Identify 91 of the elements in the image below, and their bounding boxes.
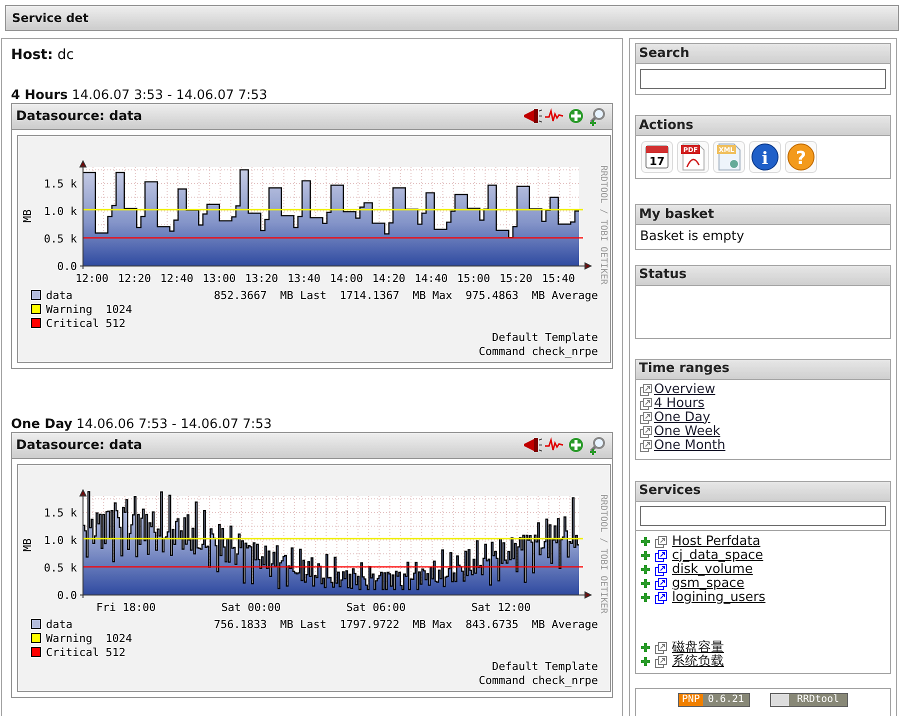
- tick-label: 12:00: [75, 272, 109, 285]
- megaphone-icon: [522, 436, 542, 455]
- legend-text: Critical 512: [46, 317, 126, 330]
- plus-icon: [641, 593, 650, 602]
- plus-icon: [641, 537, 650, 546]
- box-title: Search: [636, 44, 890, 64]
- legend-text: data: [46, 618, 72, 631]
- badge-label: PNP: [678, 694, 703, 706]
- tick-label: Sat 00:00: [221, 601, 281, 614]
- datasource-title: Datasource: data: [16, 436, 142, 455]
- tick-label: 13:20: [245, 272, 278, 285]
- legend-reading: 852.3667 MB Last 1714.1367 MB Max 975.4863 MB Average: [214, 289, 598, 302]
- service-link[interactable]: 系统负载: [672, 654, 724, 668]
- footer-text: Command check_nrpe: [478, 345, 598, 358]
- tick-label: 0.5 k: [44, 562, 77, 574]
- axis-label: MB: [21, 538, 34, 552]
- service-link[interactable]: cj_data_space: [672, 548, 764, 562]
- service-link[interactable]: logining_users: [672, 590, 766, 604]
- box-title: Actions: [636, 116, 890, 136]
- time-range-link[interactable]: One Month: [654, 438, 726, 452]
- service-filter-field[interactable]: [640, 506, 886, 526]
- tick-label: 13:40: [287, 272, 321, 285]
- tick-label: Sat 06:00: [346, 601, 406, 614]
- tick-label: 14:00: [330, 272, 363, 285]
- footer-text: Default Template: [492, 331, 598, 344]
- search-field[interactable]: [640, 69, 886, 89]
- tick-label: Fri 18:00: [96, 601, 156, 614]
- tick-label: 15:20: [499, 272, 533, 285]
- tick-label: 1.0 k: [44, 534, 77, 547]
- tick-label: 0.5 k: [44, 232, 77, 246]
- axis-label: MB: [21, 209, 34, 223]
- tick-label: 12:20: [118, 272, 151, 285]
- legend-text: Warning 1024: [46, 303, 132, 316]
- tick-label: 1.5 k: [44, 178, 77, 190]
- zoom-icon: [588, 436, 608, 455]
- plus-icon: [566, 107, 586, 126]
- page-title: Service det: [12, 10, 89, 27]
- time-range-link[interactable]: One Week: [654, 424, 720, 438]
- time-range-link[interactable]: One Day: [654, 410, 710, 424]
- time-range-link[interactable]: Overview: [654, 382, 716, 396]
- badge-label: RRDtool: [796, 694, 840, 706]
- plus-icon: [641, 579, 650, 588]
- plus-icon: [641, 657, 650, 666]
- info-icon[interactable]: i: [749, 141, 781, 173]
- calendar-icon[interactable]: 17: [641, 141, 673, 173]
- tick-label: 1.5 k: [44, 506, 77, 520]
- time-range-link[interactable]: 4 Hours: [654, 396, 704, 410]
- badge-logo: [771, 694, 790, 706]
- box-title: Time ranges: [636, 360, 890, 380]
- range-label: 4 Hours 14.06.07 3:53 - 14.06.07 7:53: [11, 88, 268, 103]
- external-link-icon: [640, 440, 652, 452]
- service-link[interactable]: disk_volume: [672, 562, 753, 576]
- footer-text: Command check_nrpe: [478, 674, 598, 687]
- datasource-title: Datasource: data: [16, 108, 142, 126]
- basket-text: Basket is empty: [640, 229, 744, 244]
- legend-text: data: [46, 289, 72, 302]
- box-title: Status: [636, 266, 890, 286]
- tick-label: 0.0: [57, 260, 77, 273]
- service-link[interactable]: Host Perfdata: [672, 534, 760, 548]
- tick-label: 14:40: [414, 272, 448, 285]
- external-link-icon: [640, 412, 652, 424]
- tick-label: Sat 12:00: [471, 601, 531, 614]
- tick-label: 12:40: [160, 272, 194, 285]
- legend-reading: 756.1833 MB Last 1797.9722 MB Max 843.6735 MB Average: [214, 618, 598, 631]
- tick-label: 15:00: [457, 272, 490, 285]
- range-label: One Day 14.06.06 7:53 - 14.06.07 7:53: [11, 417, 273, 432]
- box-title: My basket: [636, 205, 890, 225]
- footer-text: Default Template: [492, 660, 598, 673]
- box-title: Services: [636, 482, 890, 502]
- zoom-icon: [588, 107, 608, 126]
- megaphone-icon: [522, 107, 542, 126]
- plus-icon: [641, 565, 650, 574]
- tick-label: 14:20: [372, 272, 406, 285]
- external-link-icon: [640, 384, 652, 396]
- plus-icon: [641, 551, 650, 560]
- external-link-icon: [640, 426, 652, 438]
- legend-text: Critical 512: [46, 646, 126, 659]
- external-link-icon: [640, 398, 652, 410]
- tick-label: 1.0 k: [44, 205, 77, 218]
- host-label: Host: dc: [11, 46, 76, 65]
- tick-label: 13:00: [202, 272, 236, 285]
- service-link[interactable]: 磁盘容量: [672, 640, 724, 654]
- legend-text: Warning 1024: [46, 632, 132, 645]
- credit-text: RRDTOOL / TOBI OETIKER: [598, 494, 608, 614]
- service-link[interactable]: gsm_space: [672, 576, 744, 590]
- credit-text: RRDTOOL / TOBI OETIKER: [598, 165, 608, 285]
- badge-version: 0.6.21: [706, 694, 746, 706]
- tick-label: 15:40: [542, 272, 575, 285]
- plus-icon: [641, 643, 650, 652]
- tick-label: 0.0: [57, 589, 77, 602]
- plus-icon: [566, 436, 586, 455]
